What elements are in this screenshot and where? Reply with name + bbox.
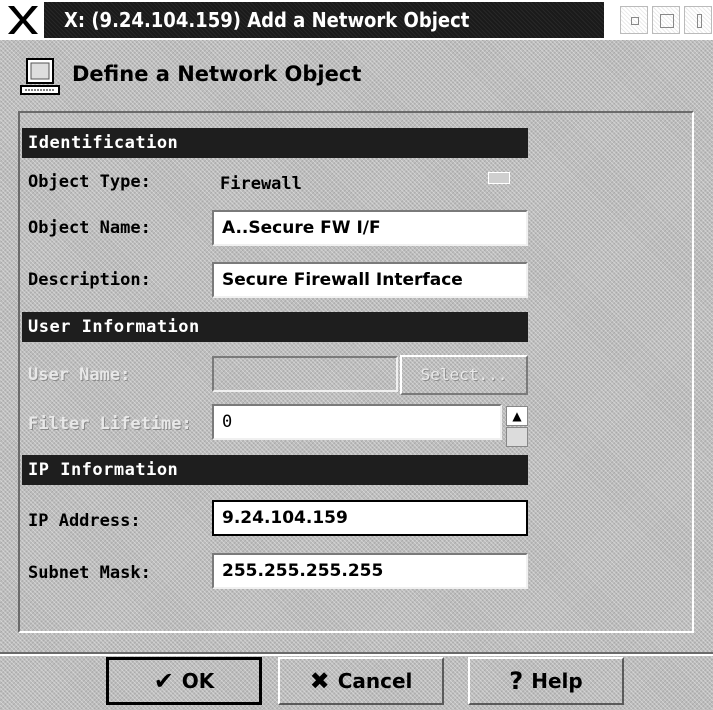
question-mark-icon: ? <box>509 667 524 695</box>
select-button[interactable]: Select... <box>400 355 528 395</box>
section-ip-information: IP Information <box>22 455 528 485</box>
user-name-field[interactable] <box>212 356 398 392</box>
spin-up-button[interactable]: ▲ <box>506 406 528 426</box>
cancel-button[interactable]: ✖ Cancel <box>278 657 444 705</box>
subnet-mask-label: Subnet Mask: <box>28 563 151 583</box>
ip-address-field[interactable]: 9.24.104.159 <box>212 500 528 536</box>
maximize-button[interactable] <box>652 6 680 34</box>
help-button[interactable]: ? Help <box>468 657 624 705</box>
spin-down-button[interactable] <box>506 427 528 447</box>
section-user-information: User Information <box>22 312 528 342</box>
ok-button[interactable]: ✔ OK <box>106 657 262 705</box>
dialog-header: Define a Network Object <box>20 56 620 96</box>
button-separator <box>0 652 713 656</box>
cancel-x-icon: ✖ <box>309 667 330 695</box>
object-type-value: Firewall <box>220 174 302 194</box>
dialog-title: Define a Network Object <box>72 62 362 86</box>
user-name-label: User Name: <box>28 365 131 385</box>
section-identification: Identification <box>22 128 528 158</box>
object-name-label: Object Name: <box>28 218 151 238</box>
computer-icon <box>20 58 60 95</box>
filter-lifetime-label: Filter Lifetime: <box>28 414 192 434</box>
description-label: Description: <box>28 270 151 290</box>
minimize-button[interactable] <box>620 6 648 34</box>
x-logo-icon[interactable] <box>6 4 40 36</box>
window-title: X: (9.24.104.159) Add a Network Object <box>64 8 470 32</box>
help-label: Help <box>531 669 583 693</box>
ok-label: OK <box>181 669 215 693</box>
filter-lifetime-field[interactable]: 0 <box>212 404 502 440</box>
cancel-label: Cancel <box>337 669 413 693</box>
description-field[interactable]: Secure Firewall Interface <box>212 262 528 298</box>
minimize-icon <box>631 17 639 25</box>
subnet-mask-field[interactable]: 255.255.255.255 <box>212 553 528 589</box>
object-type-label: Object Type: <box>28 172 151 192</box>
checkmark-icon: ✔ <box>153 667 174 695</box>
object-type-menu-button[interactable] <box>488 172 510 184</box>
ip-address-label: IP Address: <box>28 511 141 531</box>
title-bar: X: (9.24.104.159) Add a Network Object <box>0 0 713 40</box>
maximize-icon <box>660 14 674 28</box>
object-name-field[interactable]: A..Secure FW I/F <box>212 210 528 246</box>
menu-icon <box>697 14 702 28</box>
arrow-up-icon: ▲ <box>512 409 522 423</box>
menu-button[interactable] <box>684 6 712 34</box>
